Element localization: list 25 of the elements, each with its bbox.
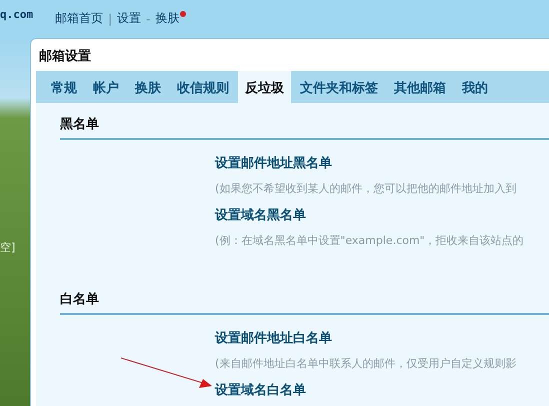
tab[interactable]: 帐户 (86, 71, 126, 103)
settings-link[interactable]: 设置邮件地址黑名单 (215, 156, 332, 171)
tab[interactable]: 其他邮箱 (387, 71, 453, 103)
sidebar-text: 空] (0, 240, 16, 255)
section-heading: 白名单 (60, 286, 549, 315)
logo-text: q.com (0, 8, 34, 21)
tab[interactable]: 收信规则 (170, 71, 236, 103)
nav-link[interactable]: 设置 (117, 10, 142, 27)
section-heading: 黑名单 (60, 111, 549, 140)
tab[interactable]: 常规 (44, 71, 84, 103)
link-description: (来自邮件地址白名单中联系人的邮件，仅受用户自定义规则影 (215, 356, 518, 372)
tab[interactable]: 反垃圾 (238, 71, 291, 103)
tab[interactable]: 文件夹和标签 (293, 71, 385, 103)
nav-separator: - (146, 12, 151, 26)
tab[interactable]: 我的 (455, 71, 495, 103)
settings-link[interactable]: 设置域名白名单 (215, 383, 306, 398)
nav-separator: | (108, 12, 112, 26)
tab[interactable]: 换肤 (128, 71, 168, 103)
settings-link[interactable]: 设置域名黑名单 (215, 208, 306, 223)
link-description: (例：在域名黑名单中设置"example.com"，拒收来自该站点的 (215, 233, 525, 249)
window-title: 邮箱设置 (38, 48, 92, 66)
link-description: (如果您不希望收到某人的邮件，您可以把他的邮件地址加入到 (215, 181, 518, 197)
nav-link[interactable]: 邮箱首页 (55, 10, 104, 27)
settings-link[interactable]: 设置邮件地址白名单 (215, 331, 332, 346)
nav-link[interactable]: 换肤 (156, 10, 180, 27)
